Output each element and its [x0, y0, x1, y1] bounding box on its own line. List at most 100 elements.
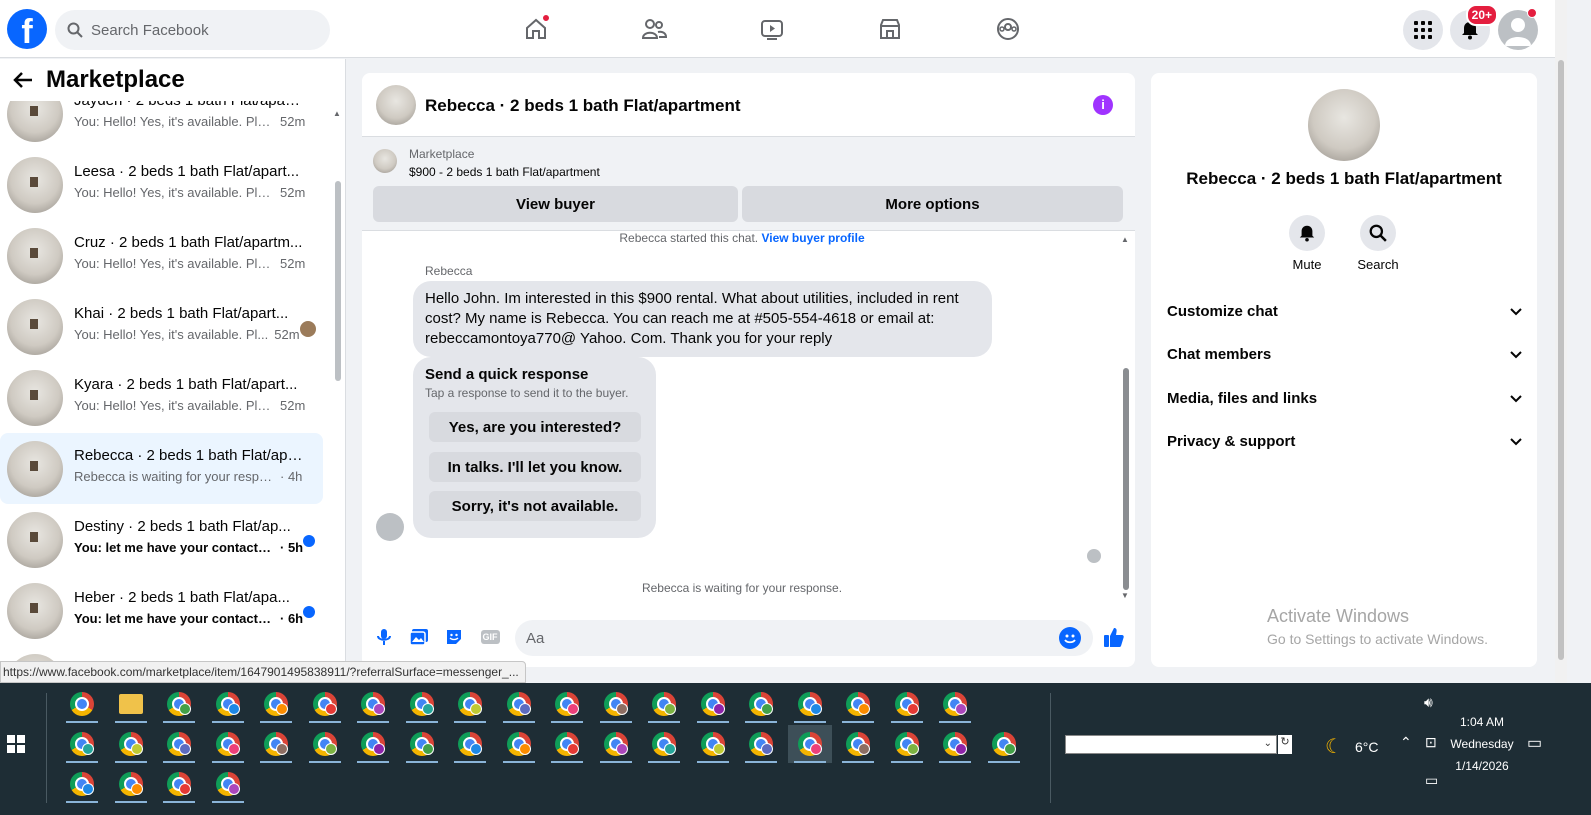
taskbar-app-button[interactable]	[545, 685, 589, 723]
chat-avatar[interactable]	[376, 85, 416, 125]
taskbar-app-button[interactable]	[642, 685, 686, 723]
taskbar-app-button[interactable]	[157, 685, 201, 723]
taskbar-app-button[interactable]	[788, 685, 832, 723]
home-icon[interactable]	[521, 14, 551, 44]
taskbar-app-button[interactable]	[206, 765, 250, 803]
taskbar-app-button[interactable]	[885, 685, 929, 723]
network-icon[interactable]: ▭	[1425, 772, 1438, 789]
scroll-down-arrow-icon[interactable]: ▼	[1121, 591, 1129, 600]
windows-start-icon[interactable]	[7, 735, 25, 753]
notifications-button[interactable]: 20+	[1450, 4, 1498, 50]
taskbar-app-button[interactable]	[157, 765, 201, 803]
chevron-up-icon[interactable]: ⌃	[1400, 734, 1412, 751]
quick-response-button[interactable]: Yes, are you interested?	[429, 412, 641, 442]
back-arrow-icon[interactable]	[10, 67, 36, 93]
taskbar-address-input[interactable]: ⌄	[1065, 735, 1277, 754]
mute-button[interactable]: Mute	[1277, 215, 1337, 272]
taskbar-app-button[interactable]	[254, 725, 298, 763]
friends-icon[interactable]	[639, 14, 669, 44]
like-icon[interactable]	[1103, 626, 1125, 648]
listing-price[interactable]: $900 - 2 beds 1 bath Flat/apartment	[409, 165, 600, 179]
conversation-item-active[interactable]: Rebecca · 2 beds 1 bath Flat/apa... Rebe…	[0, 433, 323, 504]
weather-widget[interactable]: ☾ 6°C	[1325, 734, 1378, 759]
taskbar-app-button[interactable]	[594, 685, 638, 723]
refresh-icon[interactable]: ↻	[1278, 735, 1292, 754]
privacy-support-section[interactable]: Privacy & support	[1167, 421, 1523, 461]
taskbar-app-button[interactable]	[739, 685, 783, 723]
taskbar-app-button[interactable]	[545, 725, 589, 763]
view-buyer-profile-link[interactable]: View buyer profile	[761, 231, 864, 245]
customize-chat-section[interactable]: Customize chat	[1167, 291, 1523, 331]
taskbar-app-button[interactable]	[254, 685, 298, 723]
device-icon[interactable]: ⊡	[1425, 734, 1437, 751]
microphone-icon[interactable]	[374, 627, 394, 647]
taskbar-app-button[interactable]	[933, 725, 977, 763]
conversation-item[interactable]: Kyara · 2 beds 1 bath Flat/apart... You:…	[0, 362, 323, 433]
chat-scrollbar[interactable]: ▲ ▼	[1120, 233, 1132, 603]
taskbar-app-button[interactable]	[303, 725, 347, 763]
media-files-links-section[interactable]: Media, files and links	[1167, 378, 1523, 418]
video-icon[interactable]	[757, 14, 787, 44]
taskbar-app-button[interactable]	[400, 725, 444, 763]
taskbar-app-button[interactable]	[303, 685, 347, 723]
emoji-icon[interactable]	[1059, 627, 1081, 649]
info-icon[interactable]: i	[1093, 95, 1113, 115]
sidebar-scrollbar[interactable]: ▲	[333, 109, 343, 669]
taskbar-app-button[interactable]	[60, 725, 104, 763]
message-input[interactable]: Aa	[515, 620, 1093, 656]
taskbar-app-button[interactable]	[400, 685, 444, 723]
taskbar-app-button[interactable]	[109, 725, 153, 763]
taskbar-app-button[interactable]	[836, 685, 880, 723]
taskbar-app-button[interactable]	[157, 725, 201, 763]
taskbar-app-button[interactable]	[836, 725, 880, 763]
taskbar-app-button[interactable]	[594, 725, 638, 763]
conversation-item[interactable]: Heber · 2 beds 1 bath Flat/apa... You: l…	[0, 575, 323, 646]
taskbar-app-button[interactable]	[351, 685, 395, 723]
conversation-item[interactable]: Destiny · 2 beds 1 bath Flat/ap... You: …	[0, 504, 323, 575]
chat-scroll-thumb[interactable]	[1123, 368, 1129, 590]
taskbar-app-button[interactable]	[691, 725, 735, 763]
scroll-up-arrow-icon[interactable]: ▲	[1121, 235, 1129, 244]
scroll-up-arrow-icon[interactable]: ▲	[333, 109, 341, 118]
taskbar-app-button[interactable]	[60, 765, 104, 803]
taskbar-app-button[interactable]	[739, 725, 783, 763]
taskbar-app-button[interactable]	[448, 685, 492, 723]
taskbar-app-button[interactable]	[109, 685, 153, 723]
chat-avatar-large[interactable]	[1308, 89, 1380, 161]
groups-icon[interactable]	[993, 14, 1023, 44]
taskbar-app-button[interactable]	[642, 725, 686, 763]
taskbar-app-button[interactable]	[206, 685, 250, 723]
search-input[interactable]: Search Facebook	[55, 10, 330, 50]
chat-title[interactable]: Rebecca · 2 beds 1 bath Flat/apartment	[425, 96, 741, 116]
page-scroll-thumb[interactable]	[1558, 60, 1564, 660]
taskbar-app-button[interactable]	[497, 685, 541, 723]
sticker-icon[interactable]	[444, 627, 464, 647]
quick-response-button[interactable]: Sorry, it's not available.	[429, 491, 641, 521]
taskbar-app-button[interactable]	[933, 685, 977, 723]
taskbar-app-button[interactable]	[351, 725, 395, 763]
search-conversation-button[interactable]: Search	[1348, 215, 1408, 272]
taskbar-app-button[interactable]	[982, 725, 1026, 763]
facebook-logo[interactable]: f	[7, 9, 47, 49]
notification-center-icon[interactable]: ▭	[1527, 733, 1542, 753]
taskbar-app-button[interactable]	[109, 765, 153, 803]
taskbar-app-button[interactable]	[787, 725, 832, 763]
menu-button[interactable]	[1403, 10, 1443, 50]
conversation-item[interactable]: Cruz · 2 beds 1 bath Flat/apartm... You:…	[0, 220, 323, 291]
quick-response-button[interactable]: In talks. I'll let you know.	[429, 452, 641, 482]
view-buyer-button[interactable]: View buyer	[373, 186, 738, 222]
conversation-item[interactable]: Khai · 2 beds 1 bath Flat/apart... You: …	[0, 291, 323, 362]
photo-icon[interactable]	[409, 627, 429, 647]
taskbar-app-button[interactable]	[206, 725, 250, 763]
marketplace-icon[interactable]	[875, 14, 905, 44]
speaker-icon[interactable]: 🔊︎	[1424, 694, 1433, 711]
page-scrollbar[interactable]	[1555, 0, 1567, 683]
taskbar-app-button[interactable]	[691, 685, 735, 723]
gif-icon[interactable]: GIF	[479, 627, 501, 647]
conversation-item[interactable]: Leesa · 2 beds 1 bath Flat/apart... You:…	[0, 149, 323, 220]
taskbar-app-button[interactable]	[497, 725, 541, 763]
taskbar-app-button[interactable]	[448, 725, 492, 763]
sidebar-scroll-thumb[interactable]	[335, 181, 341, 381]
system-clock[interactable]: 1:04 AM Wednesday 1/14/2026	[1447, 711, 1517, 777]
taskbar-app-button[interactable]	[60, 685, 104, 723]
